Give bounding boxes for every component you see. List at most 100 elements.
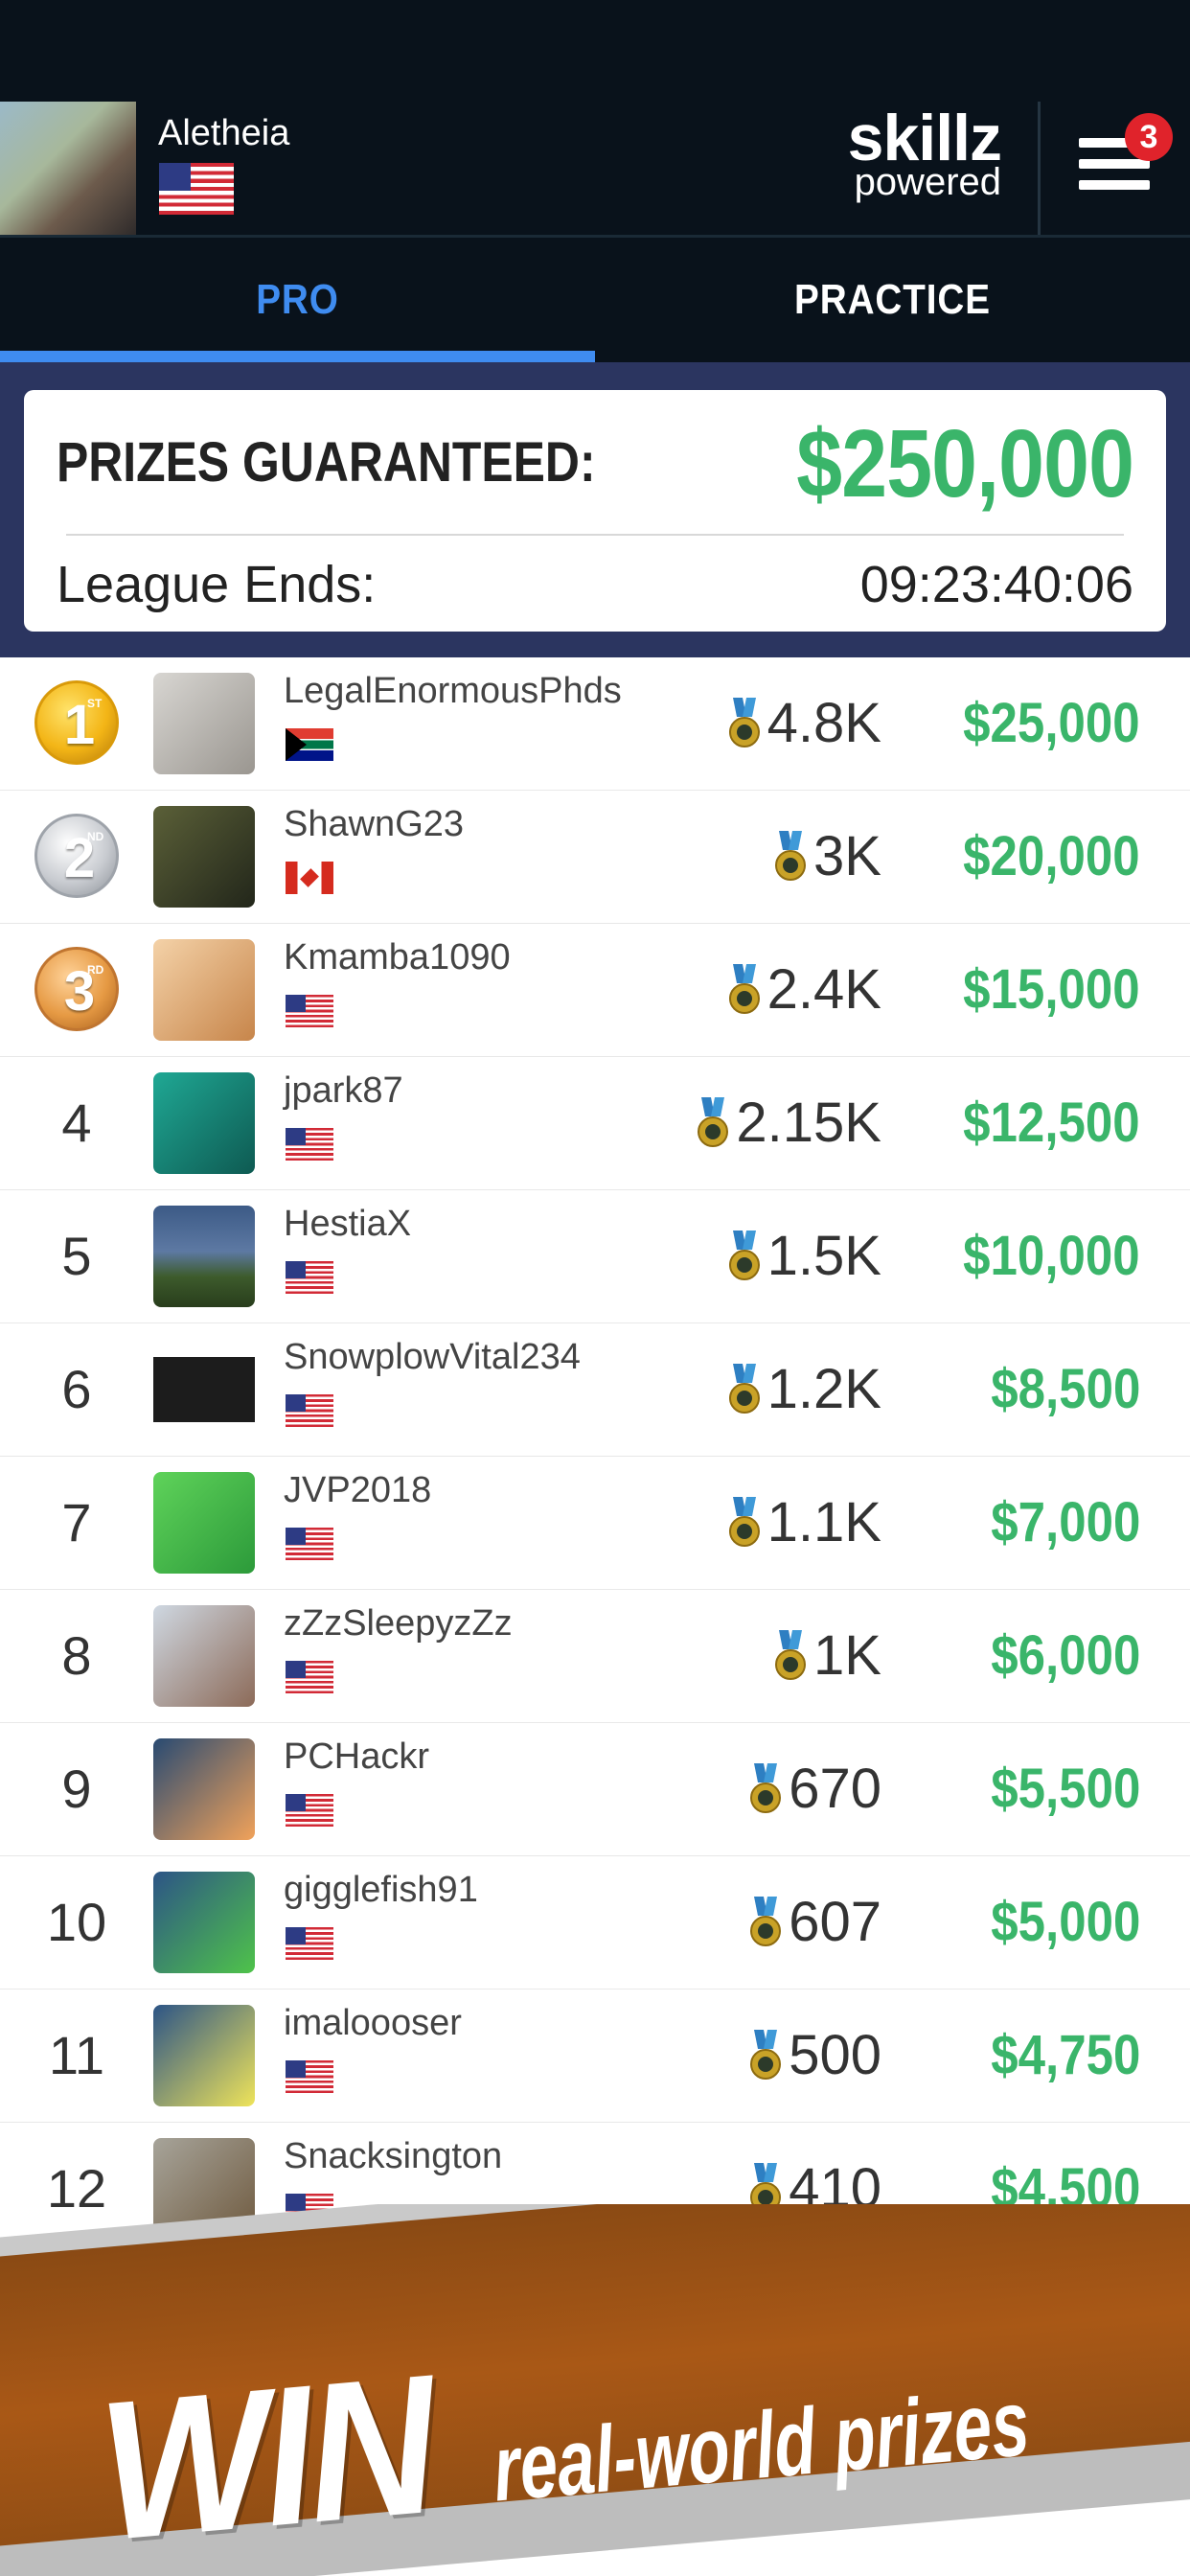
score-value: 2.4K	[767, 958, 881, 1021]
player-avatar[interactable]	[153, 939, 255, 1041]
player-name: jpark87	[284, 1070, 403, 1111]
rank-number: 5	[61, 1226, 92, 1286]
usa-flag-icon	[286, 2060, 333, 2093]
score-value: 3K	[813, 825, 881, 887]
player-avatar[interactable]	[153, 673, 255, 774]
leaderboard-row[interactable]: 6 SnowplowVital234 1.2K $8,500	[0, 1323, 1190, 1458]
rank-suffix: ND	[87, 830, 104, 843]
prize-amount: $5,000	[990, 1891, 1140, 1953]
rank-number: 2	[63, 827, 96, 889]
canada-flag-icon	[286, 862, 333, 894]
player-score: 500	[750, 1990, 881, 2122]
prize-amount: $6,000	[990, 1624, 1140, 1687]
player-score: 3K	[775, 791, 881, 923]
user-avatar[interactable]	[0, 102, 136, 236]
top-bar: Aletheia skillz powered 3	[0, 0, 1190, 236]
skillz-logo: skillz powered	[847, 102, 1002, 203]
ribbon-medal-icon	[728, 697, 760, 748]
usa-flag-icon	[286, 1261, 333, 1294]
leaderboard-row[interactable]: 9 PCHackr 670 $5,500	[0, 1723, 1190, 1857]
prize-amount: $10,000	[963, 1225, 1140, 1287]
player-name: gigglefish91	[284, 1870, 478, 1910]
tab-pro[interactable]: PRO	[35, 238, 559, 362]
player-name: ShawnG23	[284, 804, 465, 844]
prize-amount: $4,750	[990, 2024, 1140, 2086]
player-name: HestiaX	[284, 1204, 412, 1244]
silver-medal-icon: 2 ND	[34, 814, 119, 898]
south-africa-flag-icon	[286, 728, 333, 761]
ribbon-medal-icon	[698, 1096, 729, 1147]
user-flag-icon	[159, 163, 234, 215]
player-score: 1.5K	[728, 1190, 881, 1322]
player-name: LegalEnormousPhds	[284, 671, 622, 711]
player-name: Snacksington	[284, 2136, 503, 2176]
prize-amount: $5,500	[990, 1758, 1140, 1820]
usa-flag-icon	[286, 1128, 333, 1161]
prize-amount: $20,000	[963, 825, 1140, 887]
rank-number: 8	[61, 1625, 92, 1686]
player-avatar[interactable]	[153, 1072, 255, 1174]
promo-banner[interactable]: WIN real-world prizes	[0, 2204, 1190, 2576]
ribbon-medal-icon	[750, 2029, 782, 2080]
player-avatar[interactable]	[153, 1605, 255, 1707]
leaderboard-row[interactable]: 11 imaloooser 500 $4,750	[0, 1990, 1190, 2124]
leaderboard-row[interactable]: 3 RD Kmamba1090 2.4K $15,000	[0, 924, 1190, 1058]
leaderboard-row[interactable]: 5 HestiaX 1.5K $10,000	[0, 1190, 1190, 1324]
player-name: imaloooser	[284, 2003, 462, 2043]
leaderboard-row[interactable]: 1 ST LegalEnormousPhds 4.8K $25,000	[0, 657, 1190, 792]
score-value: 670	[789, 1758, 881, 1820]
player-score: 670	[750, 1723, 881, 1855]
player-score: 4.8K	[728, 657, 881, 790]
league-ends-label: League Ends:	[57, 556, 377, 613]
player-score: 1.2K	[728, 1323, 881, 1456]
prize-amount: $8,500	[990, 1358, 1140, 1420]
score-value: 1.2K	[767, 1358, 881, 1420]
score-value: 500	[789, 2024, 881, 2086]
rank-number: 6	[61, 1359, 92, 1419]
rank-number: 11	[48, 2025, 105, 2085]
ribbon-medal-icon	[728, 1230, 760, 1280]
player-score: 2.15K	[698, 1057, 881, 1189]
rank-number: 4	[61, 1092, 92, 1153]
score-value: 607	[789, 1891, 881, 1953]
prize-card: PRIZES GUARANTEED: $250,000 League Ends:…	[24, 390, 1166, 632]
rank-number: 1	[63, 694, 96, 756]
leaderboard-row[interactable]: 7 JVP2018 1.1K $7,000	[0, 1457, 1190, 1591]
gold-medal-icon: 1 ST	[34, 680, 119, 765]
rank-number: 10	[46, 1892, 107, 1952]
player-avatar[interactable]	[153, 1738, 255, 1840]
score-value: 1.5K	[767, 1225, 881, 1287]
active-tab-indicator	[0, 351, 595, 362]
prize-amount: $7,000	[990, 1491, 1140, 1553]
player-avatar[interactable]	[153, 1339, 255, 1440]
ribbon-medal-icon	[728, 1363, 760, 1414]
player-avatar[interactable]	[153, 1472, 255, 1574]
player-score: 1.1K	[728, 1457, 881, 1589]
rank-number: 3	[63, 960, 96, 1023]
player-avatar[interactable]	[153, 2005, 255, 2106]
score-value: 4.8K	[767, 692, 881, 754]
tab-practice[interactable]: PRACTICE	[630, 238, 1154, 362]
leaderboard-row[interactable]: 10 gigglefish91 607 $5,000	[0, 1856, 1190, 1990]
leaderboard-row[interactable]: 2 ND ShawnG23 3K $20,000	[0, 791, 1190, 925]
ribbon-medal-icon	[750, 1762, 782, 1813]
prize-amount: $25,000	[963, 692, 1140, 754]
card-divider	[66, 534, 1124, 536]
usa-flag-icon	[286, 995, 333, 1027]
player-avatar[interactable]	[153, 806, 255, 908]
player-name: JVP2018	[284, 1470, 432, 1510]
player-score: 607	[750, 1856, 881, 1989]
bronze-medal-icon: 3 RD	[34, 947, 119, 1031]
player-score: 2.4K	[728, 924, 881, 1056]
score-value: 1.1K	[767, 1491, 881, 1553]
prizes-guaranteed-amount: $250,000	[796, 410, 1134, 518]
player-avatar[interactable]	[153, 1206, 255, 1307]
player-name: SnowplowVital234	[284, 1337, 581, 1377]
player-avatar[interactable]	[153, 1872, 255, 1973]
score-value: 2.15K	[736, 1092, 881, 1154]
leaderboard-row[interactable]: 8 zZzSleepyzZz 1K $6,000	[0, 1590, 1190, 1724]
rank-suffix: ST	[87, 697, 103, 710]
leaderboard-row[interactable]: 4 jpark87 2.15K $12,500	[0, 1057, 1190, 1191]
username: Aletheia	[158, 113, 290, 153]
ribbon-medal-icon	[750, 1896, 782, 1946]
